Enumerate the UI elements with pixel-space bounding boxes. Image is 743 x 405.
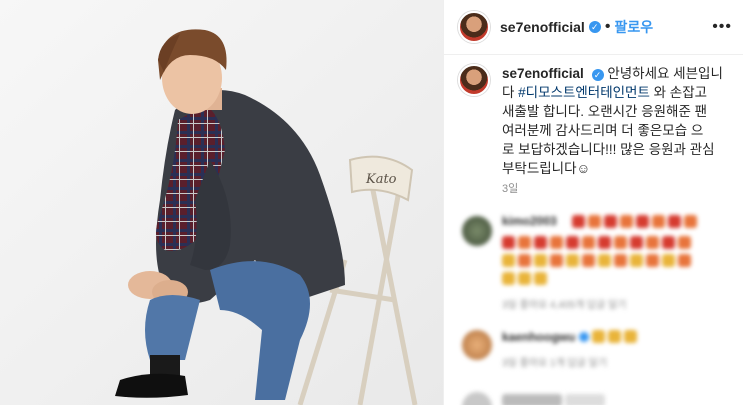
emoji-icon	[678, 254, 691, 267]
caption-line-1: 안녕하세요 세븐입니	[607, 66, 723, 81]
caption-line-2-suffix: 와 손잡고	[649, 85, 708, 100]
caption-avatar[interactable]	[458, 64, 490, 96]
separator-dot: •	[604, 18, 611, 35]
caption-text: se7enofficial ✓ 안녕하세요 세븐입니 다 #디모스트엔터테인먼트…	[502, 64, 723, 178]
commenter-avatar[interactable]	[462, 392, 492, 405]
emoji-icon	[652, 215, 665, 228]
emoji-icon	[550, 236, 563, 249]
emoji-icon	[646, 236, 659, 249]
emoji-icon	[630, 236, 643, 249]
commenter-avatar[interactable]	[462, 330, 492, 360]
verified-badge-icon: ✓	[591, 69, 604, 81]
caption-line-2-prefix: 다	[502, 85, 519, 100]
emoji-icon	[502, 394, 562, 405]
emoji-icon	[678, 236, 691, 249]
emoji-icon	[598, 236, 611, 249]
post-timestamp[interactable]: 3일	[502, 180, 518, 196]
more-options-icon[interactable]: •••	[712, 18, 732, 36]
caption-line-6: 부탁드립니다☺	[502, 161, 591, 176]
emoji-icon	[566, 254, 579, 267]
emoji-icon	[614, 236, 627, 249]
comment-emoji-row	[502, 394, 605, 405]
caption-line-3: 새출발 합니다. 오랜시간 응원해준 팬	[502, 104, 708, 119]
emoji-icon	[518, 254, 531, 267]
chair-brand-text: Kato	[365, 172, 397, 187]
man-seated-on-chair-photo: Kato	[0, 0, 443, 405]
comment-emoji-row	[572, 215, 697, 228]
caption-line-4: 여러분께 감사드리며 더 좋은모습 으	[502, 123, 704, 138]
follow-button[interactable]: 팔로우	[614, 17, 653, 37]
verified-badge-icon	[579, 332, 589, 342]
emoji-icon	[636, 215, 649, 228]
emoji-icon	[502, 272, 515, 285]
instagram-post-view: Kato se7enofficial ✓ • 팔로우 ••• se7enoffi…	[0, 0, 743, 405]
caption: se7enofficial ✓ 안녕하세요 세븐입니 다 #디모스트엔터테인먼트…	[458, 64, 738, 178]
emoji-icon	[534, 272, 547, 285]
emoji-icon	[565, 394, 605, 405]
emoji-icon	[620, 215, 633, 228]
comment-emoji-row	[579, 330, 637, 343]
comment-meta[interactable]: 3일 좋아요 4,405개 답글 달기	[502, 296, 627, 311]
comment-meta[interactable]: 3일 좋아요 1개 답글 달기	[502, 354, 607, 369]
emoji-icon	[646, 254, 659, 267]
verified-badge-icon: ✓	[588, 21, 601, 33]
emoji-icon	[534, 254, 547, 267]
post-side-panel: se7enofficial ✓ • 팔로우 ••• se7enofficial …	[443, 0, 743, 405]
emoji-icon	[588, 215, 601, 228]
emoji-icon	[608, 330, 621, 343]
emoji-icon	[598, 254, 611, 267]
emoji-icon	[518, 236, 531, 249]
caption-line-5: 로 보답하겠습니다!!! 많은 응원과 관심	[502, 142, 715, 157]
emoji-icon	[662, 254, 675, 267]
emoji-icon	[624, 330, 637, 343]
hashtag-link[interactable]: #디모스트엔터테인먼트	[518, 85, 650, 100]
emoji-icon	[630, 254, 643, 267]
commenter-username[interactable]: kimo2003	[502, 214, 557, 228]
username-link[interactable]: se7enofficial	[500, 19, 585, 35]
post-photo[interactable]: Kato	[0, 0, 443, 405]
commenter-avatar[interactable]	[462, 216, 492, 246]
emoji-icon	[582, 254, 595, 267]
emoji-icon	[550, 254, 563, 267]
post-header: se7enofficial ✓ • 팔로우 •••	[444, 0, 743, 55]
emoji-icon	[502, 254, 515, 267]
comment-emoji-row	[502, 254, 691, 267]
avatar[interactable]	[458, 11, 490, 43]
emoji-icon	[614, 254, 627, 267]
commenter-username[interactable]: kaenhoogwu	[502, 330, 575, 344]
emoji-icon	[662, 236, 675, 249]
emoji-icon	[502, 236, 515, 249]
emoji-icon	[684, 215, 697, 228]
emoji-icon	[572, 215, 585, 228]
caption-username-link[interactable]: se7enofficial	[502, 66, 584, 81]
emoji-icon	[534, 236, 547, 249]
emoji-icon	[592, 330, 605, 343]
comment-emoji-row	[502, 236, 691, 249]
emoji-icon	[582, 236, 595, 249]
comment-emoji-row	[502, 272, 547, 285]
emoji-icon	[604, 215, 617, 228]
emoji-icon	[518, 272, 531, 285]
emoji-icon	[566, 236, 579, 249]
emoji-icon	[668, 215, 681, 228]
